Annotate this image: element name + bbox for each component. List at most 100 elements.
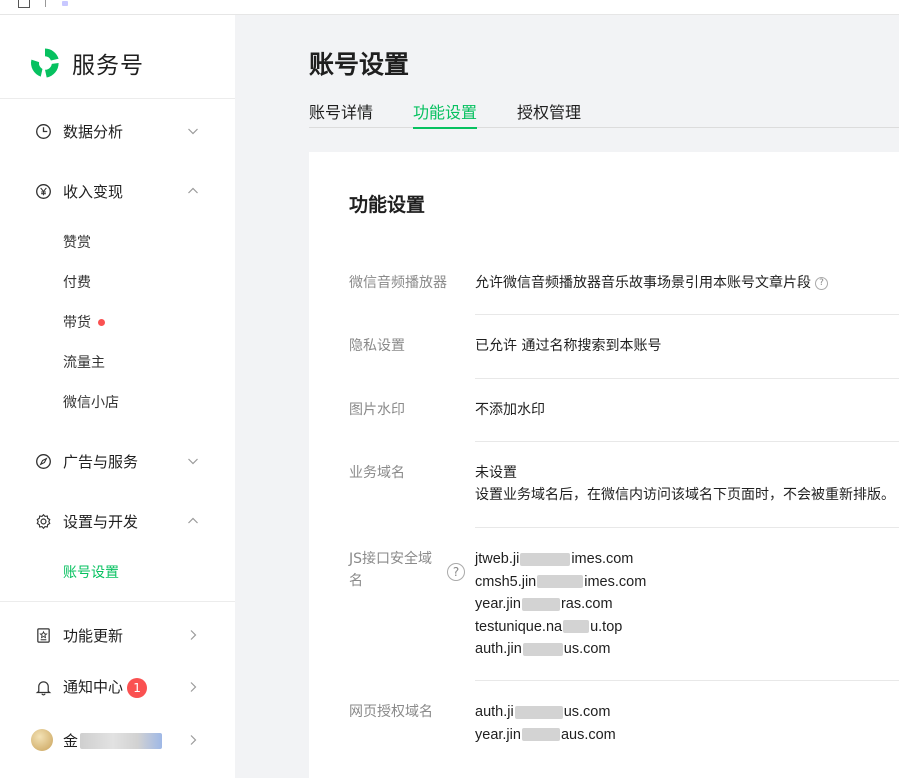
domain-text: us.com (563, 704, 611, 720)
domain-item: cmsh5.jin imes.com (475, 571, 646, 594)
sidebar-item-monetization[interactable]: 收入变现 (0, 171, 235, 211)
gear-icon (34, 512, 52, 530)
compass-icon (34, 452, 52, 470)
domain-text: cmsh5.jin (475, 573, 537, 590)
redaction-mask (514, 705, 563, 719)
sidebar-subitem-account-settings[interactable]: 账号设置 (63, 561, 119, 585)
chevron-right-icon (190, 682, 197, 692)
redaction-mask (563, 620, 590, 634)
domain-text: auth.ji (475, 704, 514, 720)
domain-item: testunique.na u.top (475, 616, 646, 639)
setting-value-wrap: 允许微信音频播放器音乐故事场景引用本账号文章片段? (475, 272, 828, 294)
sidebar-item-settings-dev[interactable]: 设置与开发 (0, 501, 235, 541)
chevron-up-icon (188, 517, 198, 524)
sidebar-subitem-paid[interactable]: 付费 (63, 271, 91, 295)
browser-toolbar-strip (0, 0, 899, 15)
sidebar-item-feature-updates[interactable]: 功能更新 (0, 615, 235, 655)
settings-tabs: 账号详情 功能设置 授权管理 (309, 99, 899, 129)
domain-item: auth.ji us.com (475, 701, 616, 724)
help-icon[interactable]: ? (815, 276, 828, 290)
sidebar-divider (0, 98, 235, 99)
sidebar-subitem-reward[interactable]: 赞赏 (63, 231, 91, 255)
setting-label: 业务域名 (349, 465, 405, 481)
chevron-down-icon (188, 458, 198, 465)
domain-text: jtweb.ji (475, 551, 520, 567)
chevron-right-icon (190, 735, 197, 745)
redaction-mask (520, 552, 571, 566)
redaction-mask (521, 597, 560, 611)
domain-text: auth.jin (475, 641, 522, 657)
sidebar-item-account-profile[interactable]: 金 (0, 720, 235, 760)
sidebar-item-label-wrap: 通知中心 1 (63, 676, 148, 698)
setting-value: 未设置 (475, 465, 517, 481)
redaction-mask (521, 728, 560, 742)
row-divider (475, 378, 899, 379)
setting-value: 已允许 通过名称搜索到本账号 (475, 338, 662, 354)
sidebar-item-label: 功能更新 (63, 626, 124, 645)
bookmark-favicon[interactable] (62, 1, 68, 6)
domain-item: year.jin ras.com (475, 593, 646, 616)
row-divider (475, 314, 899, 315)
page-title: 账号设置 (309, 50, 410, 79)
wechat-service-logo-icon (31, 48, 59, 78)
redaction-mask (537, 575, 584, 589)
sidebar-item-label: 数据分析 (63, 122, 124, 141)
row-divider (475, 441, 899, 442)
setting-label: 图片水印 (349, 402, 405, 418)
redacted-name-mask (80, 733, 163, 749)
setting-label: JS接口安全域名 (349, 548, 432, 592)
avatar (31, 729, 53, 751)
sidebar-subitem-label: 带货 (63, 315, 91, 331)
chevron-down-icon (188, 128, 198, 135)
setting-label-line: JS接口安全域 (349, 551, 433, 567)
sidebar-subitem-traffic-owner[interactable]: 流量主 (63, 351, 105, 375)
sidebar: 服务号 数据分析 收入变现 赞赏 付费 带货 流量主 微信小店 广告与服务 设置… (0, 15, 235, 778)
sidebar-subitem-wechat-shop[interactable]: 微信小店 (63, 391, 119, 415)
domain-text: imes.com (571, 551, 634, 567)
domain-text: u.top (590, 618, 623, 635)
sidebar-item-notifications[interactable]: 通知中心 1 (0, 667, 235, 707)
update-icon (34, 626, 52, 644)
setting-description: 设置业务域名后，在微信内访问该域名下页面时，不会被重新排版。 (475, 487, 895, 503)
new-dot-indicator (98, 318, 105, 326)
tab-feature-settings[interactable]: 功能设置 (413, 99, 478, 129)
sidebar-item-data-analysis[interactable]: 数据分析 (0, 111, 235, 151)
setting-value: 不添加水印 (475, 402, 545, 418)
domain-text: year.jin (475, 726, 521, 743)
bell-icon (34, 678, 52, 696)
sidebar-item-ads-services[interactable]: 广告与服务 (0, 441, 235, 481)
setting-label: 隐私设置 (349, 338, 405, 354)
sidebar-item-label: 广告与服务 (63, 452, 139, 471)
yen-icon (34, 182, 52, 200)
chevron-up-icon (188, 187, 198, 194)
domain-item: year.jin aus.com (475, 724, 616, 747)
panel-title: 功能设置 (349, 194, 426, 216)
help-icon[interactable]: ? (447, 563, 465, 581)
brand-logo[interactable]: 服务号 (28, 45, 144, 81)
domain-text: us.com (563, 641, 611, 657)
sidebar-item-label: 收入变现 (63, 182, 124, 201)
setting-label: 微信音频播放器 (349, 275, 447, 291)
sidebar-subitem-sales[interactable]: 带货 (63, 311, 105, 335)
sidebar-item-label: 设置与开发 (63, 512, 139, 531)
chevron-right-icon (190, 630, 197, 640)
apps-icon[interactable] (18, 0, 30, 8)
account-name: 金 (63, 730, 163, 751)
domain-text: testunique.na (475, 618, 563, 635)
domain-text: year.jin (475, 596, 521, 612)
tab-account-details[interactable]: 账号详情 (309, 99, 373, 128)
account-name-text: 金 (63, 731, 79, 750)
row-divider (475, 527, 899, 528)
domain-text: imes.com (584, 573, 647, 590)
notification-count-badge: 1 (127, 677, 148, 698)
tab-authorization[interactable]: 授权管理 (517, 99, 581, 128)
setting-value: 允许微信音频播放器音乐故事场景引用本账号文章片段 (475, 275, 811, 291)
sidebar-item-label: 通知中心 (63, 678, 124, 697)
js-domain-list: jtweb.ji imes.com cmsh5.jin imes.com year.… (475, 548, 646, 661)
sidebar-divider (0, 601, 235, 602)
setting-label-line: 名 (349, 573, 363, 589)
brand-name: 服务号 (72, 53, 144, 79)
toolbar-divider (45, 0, 46, 7)
domain-item: auth.jin us.com (475, 638, 646, 661)
domain-text: ras.com (560, 596, 613, 612)
